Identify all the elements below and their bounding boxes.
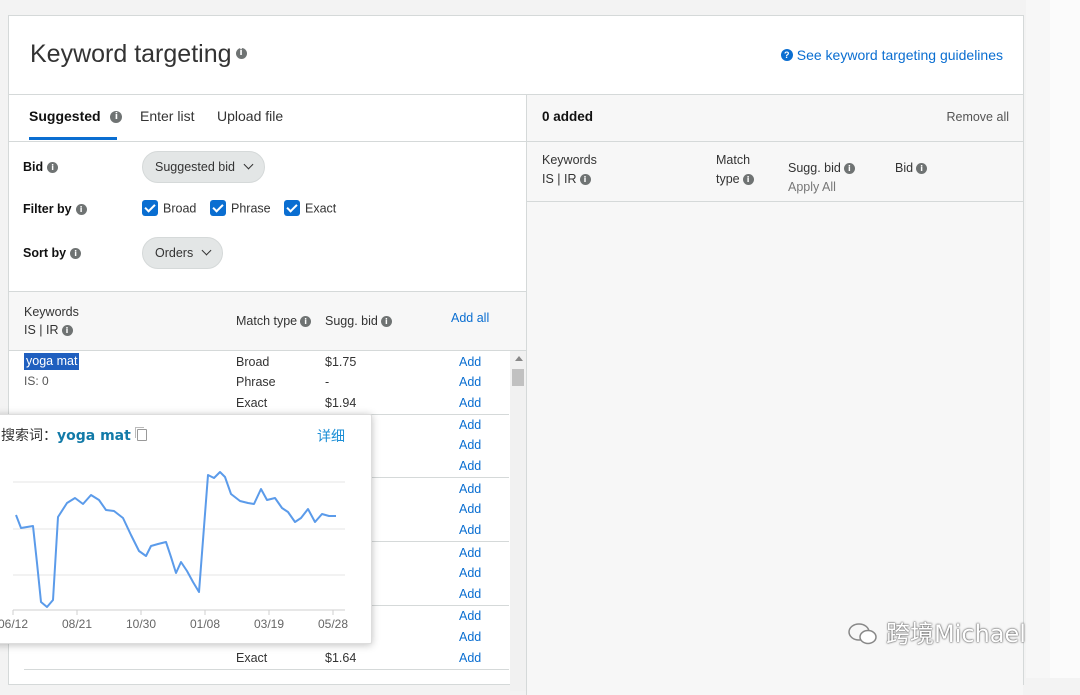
add-button[interactable]: Add [459, 587, 481, 601]
trend-line [15, 471, 336, 608]
col-keywords: Keywords [542, 153, 597, 167]
add-button[interactable]: Add [459, 566, 481, 580]
background-strip-inner [1050, 0, 1080, 678]
add-all-button[interactable]: Add all [451, 311, 489, 325]
guidelines-link[interactable]: ? See keyword targeting guidelines [780, 47, 1003, 63]
x-tick-label: 08/21 [62, 617, 92, 631]
added-panel-header: 0 added Remove all [527, 95, 1023, 142]
info-icon[interactable]: i [300, 316, 312, 328]
help-icon: ? [780, 49, 793, 62]
add-button[interactable]: Add [459, 630, 481, 644]
added-panel: 0 added Remove all Keywords IS | IR i Mat… [527, 95, 1023, 695]
active-tab-indicator [29, 137, 117, 140]
x-tick-label: 06/12 [0, 617, 28, 631]
add-button[interactable]: Add [459, 438, 481, 452]
trend-chart: 06/12 08/21 10/30 01/08 03/19 05/28 [0, 471, 348, 631]
add-button[interactable]: Add [459, 396, 481, 410]
popup-title: 搜索词：yoga mat [1, 425, 147, 445]
info-icon[interactable]: i [70, 248, 82, 260]
add-button[interactable]: Add [459, 546, 481, 560]
scroll-up-arrow-icon[interactable] [515, 356, 523, 361]
watermark: 跨境Michael [848, 614, 1026, 649]
info-icon[interactable]: i [47, 162, 59, 174]
col-match-type: Match type i [236, 314, 312, 328]
apply-all-button[interactable]: Apply All [788, 178, 836, 197]
match-type: Broad [236, 355, 270, 369]
tab-bar: Suggested i Enter list Upload file [9, 95, 526, 142]
filter-broad-checkbox[interactable]: Broad [142, 200, 196, 217]
col-sugg-bid: Sugg. bid i [788, 159, 855, 178]
add-button[interactable]: Add [459, 375, 481, 389]
chevron-down-icon [201, 245, 212, 256]
add-button[interactable]: Add [459, 418, 481, 432]
add-button[interactable]: Add [459, 482, 481, 496]
col-match: Match [716, 153, 751, 167]
added-list-header: Keywords IS | IR i Match type i Sugg. bid i… [527, 142, 1023, 202]
sugg-bid: - [325, 375, 330, 389]
col-is-ir: IS | IR i [24, 323, 73, 337]
add-button[interactable]: Add [459, 502, 481, 516]
x-tick-label: 05/28 [318, 617, 348, 631]
x-tick-label: 01/08 [190, 617, 220, 631]
add-button[interactable]: Add [459, 355, 481, 369]
x-axis-labels: 06/12 08/21 10/30 01/08 03/19 05/28 [0, 610, 348, 631]
chevron-down-icon [243, 159, 254, 170]
x-tick-label: 03/19 [254, 617, 284, 631]
bid-label: Bid i [23, 160, 59, 174]
info-icon[interactable]: i [235, 47, 247, 59]
bid-dropdown[interactable]: Suggested bid [142, 151, 265, 183]
checkbox-checked-icon[interactable] [142, 200, 158, 216]
popup-keyword: yoga mat [57, 428, 131, 444]
info-icon[interactable]: i [110, 111, 123, 124]
sugg-bid: $1.75 [325, 355, 357, 369]
info-icon[interactable]: i [579, 174, 591, 186]
detail-link[interactable]: 详细 [317, 426, 345, 446]
sugg-bid: $1.64 [325, 651, 357, 665]
match-type: Exact [236, 651, 268, 665]
add-button[interactable]: Add [459, 609, 481, 623]
match-type: Exact [236, 396, 268, 410]
page-title: Keyword targeting i [30, 40, 247, 69]
col-match-type: type i [716, 170, 754, 189]
add-button[interactable]: Add [459, 651, 481, 665]
info-icon[interactable]: i [742, 174, 754, 186]
scrollbar[interactable] [510, 351, 526, 691]
add-button[interactable]: Add [459, 459, 481, 473]
card-header: Keyword targeting i ? See keyword targetin… [9, 16, 1023, 95]
row-divider [24, 669, 509, 670]
keyword-is: IS: 0 [24, 374, 49, 388]
keyword-text: yoga mat [24, 353, 80, 370]
sort-label: Sort by i [23, 246, 82, 260]
add-button[interactable]: Add [459, 523, 481, 537]
tab-upload-file[interactable]: Upload file [217, 108, 283, 124]
match-type: Phrase [236, 375, 276, 389]
sort-dropdown[interactable]: Orders [142, 237, 224, 269]
col-sugg-bid: Sugg. bid i [325, 314, 392, 328]
wechat-logo-icon [848, 623, 877, 645]
filter-label: Filter by i [23, 202, 87, 216]
sugg-bid: $1.94 [325, 396, 357, 410]
info-icon[interactable]: i [916, 163, 928, 175]
filter-phrase-checkbox[interactable]: Phrase [210, 200, 271, 217]
x-tick-label: 10/30 [126, 617, 156, 631]
col-keywords: Keywords [24, 305, 79, 319]
suggestions-list-header: Keywords IS | IR i Match type i Sugg. bid i… [9, 292, 526, 351]
controls-section: Bid i Suggested bid Filter by i Broad Phra… [9, 142, 526, 292]
col-bid: Bid i [895, 159, 928, 178]
checkbox-checked-icon[interactable] [210, 200, 226, 216]
checkbox-checked-icon[interactable] [284, 200, 300, 216]
col-is-ir: IS | IR i [542, 170, 591, 189]
info-icon[interactable]: i [843, 163, 855, 175]
info-icon[interactable]: i [380, 316, 392, 328]
tab-suggested[interactable]: Suggested i [29, 108, 123, 124]
tab-enter-list[interactable]: Enter list [140, 108, 194, 124]
scrollbar-thumb[interactable] [512, 369, 524, 386]
copy-icon[interactable] [134, 427, 147, 441]
info-icon[interactable]: i [61, 325, 73, 337]
search-term-trend-popup: 搜索词：yoga mat 详细 06/12 08/21 10/30 01/08 03/1… [0, 414, 372, 644]
remove-all-button[interactable]: Remove all [946, 110, 1009, 124]
filter-exact-checkbox[interactable]: Exact [284, 200, 336, 217]
info-icon[interactable]: i [75, 204, 87, 216]
added-count: 0 added [542, 109, 594, 124]
